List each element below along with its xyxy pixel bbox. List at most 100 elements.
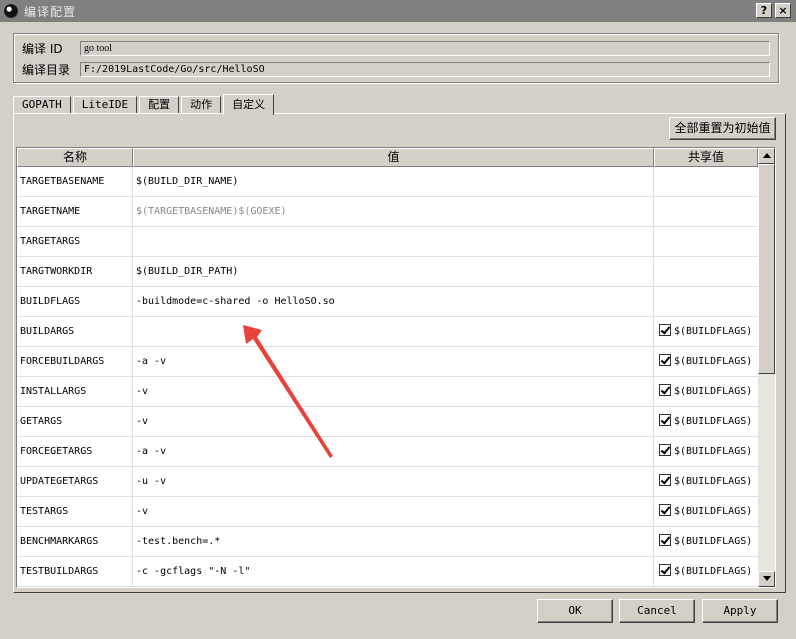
table-row[interactable]: TARGETARGS [17,227,758,257]
shared-value-text: $(BUILDFLAGS) [674,506,753,517]
cell-value[interactable]: $(BUILD_DIR_NAME) [133,167,654,197]
shared-value-text: $(BUILDFLAGS) [674,476,753,487]
cell-shared[interactable] [654,287,758,317]
cell-shared[interactable] [654,197,758,227]
build-dir-field[interactable]: F:/2019LastCode/Go/src/HelloSO [80,62,770,77]
column-header-value[interactable]: 值 [133,148,654,167]
cell-shared[interactable] [654,167,758,197]
cell-shared[interactable]: $(BUILDFLAGS) [654,377,758,407]
table-row[interactable]: TARGETNAME $(TARGETBASENAME)$(GOEXE) [17,197,758,227]
cell-value[interactable]: -buildmode=c-shared -o HelloSO.so [133,287,654,317]
cell-value[interactable]: -v [133,407,654,437]
cell-shared[interactable]: $(BUILDFLAGS) [654,527,758,557]
close-button[interactable]: × [775,3,791,18]
table-row[interactable]: TESTBUILDARGS -c -gcflags "-N -l" $(BUILDF… [17,557,758,587]
cell-name[interactable]: BENCHMARKARGS [17,527,133,557]
cell-shared[interactable]: $(BUILDFLAGS) [654,557,758,587]
table-row[interactable]: FORCEBUILDARGS -a -v $(BUILDFLAGS) [17,347,758,377]
shared-value-text: $(BUILDFLAGS) [674,416,753,427]
arrow-down-icon [763,576,771,581]
cell-shared[interactable]: $(BUILDFLAGS) [654,317,758,347]
build-id-field[interactable]: go tool [80,41,770,56]
cell-name[interactable]: UPDATEGETARGS [17,467,133,497]
table-row[interactable]: GETARGS -v $(BUILDFLAGS) [17,407,758,437]
arrow-up-icon [763,153,771,158]
cell-name[interactable]: BUILDFLAGS [17,287,133,317]
cell-name[interactable]: TESTARGS [17,497,133,527]
cell-shared[interactable]: $(BUILDFLAGS) [654,497,758,527]
tab-bar: GOPATH LiteIDE 配置 动作 自定义 [13,94,276,115]
build-id-row: 编译 ID go tool [22,40,770,57]
cell-value[interactable]: $(TARGETBASENAME)$(GOEXE) [133,197,654,227]
reset-all-button[interactable]: 全部重置为初始值 [669,117,776,140]
shared-checkbox[interactable] [659,384,671,396]
cell-shared[interactable]: $(BUILDFLAGS) [654,437,758,467]
tab-2[interactable]: 配置 [139,96,180,114]
scroll-down-button[interactable] [758,571,775,587]
cell-value[interactable]: -a -v [133,437,654,467]
shared-checkbox[interactable] [659,504,671,516]
table-row[interactable]: FORCEGETARGS -a -v $(BUILDFLAGS) [17,437,758,467]
title-bar[interactable]: 编译配置 ? × [0,0,796,22]
table-row[interactable]: TESTARGS -v $(BUILDFLAGS) [17,497,758,527]
help-button[interactable]: ? [756,3,772,18]
cell-name[interactable]: TARGTWORKDIR [17,257,133,287]
cell-value[interactable]: -v [133,377,654,407]
shared-checkbox[interactable] [659,414,671,426]
table-row[interactable]: TARGETBASENAME $(BUILD_DIR_NAME) [17,167,758,197]
cell-name[interactable]: FORCEGETARGS [17,437,133,467]
cell-shared[interactable] [654,227,758,257]
shared-value-text: $(BUILDFLAGS) [674,446,753,457]
shared-value-text: $(BUILDFLAGS) [674,356,753,367]
scrollbar-thumb[interactable] [758,164,775,374]
cancel-button[interactable]: Cancel [619,599,695,623]
shared-checkbox[interactable] [659,444,671,456]
cell-name[interactable]: TESTBUILDARGS [17,557,133,587]
cell-value[interactable] [133,317,654,347]
tab-1[interactable]: LiteIDE [72,96,138,114]
cell-name[interactable]: TARGETBASENAME [17,167,133,197]
table-row[interactable]: TARGTWORKDIR $(BUILD_DIR_PATH) [17,257,758,287]
table-row[interactable]: INSTALLARGS -v $(BUILDFLAGS) [17,377,758,407]
shared-checkbox[interactable] [659,324,671,336]
cell-name[interactable]: GETARGS [17,407,133,437]
cell-shared[interactable]: $(BUILDFLAGS) [654,407,758,437]
shared-checkbox[interactable] [659,534,671,546]
cell-value[interactable]: -u -v [133,467,654,497]
app-icon [4,4,18,18]
shared-checkbox[interactable] [659,564,671,576]
cell-name[interactable]: INSTALLARGS [17,377,133,407]
cell-shared[interactable]: $(BUILDFLAGS) [654,467,758,497]
build-dir-label: 编译目录 [22,63,71,77]
cell-name[interactable]: FORCEBUILDARGS [17,347,133,377]
cell-name[interactable]: TARGETARGS [17,227,133,257]
build-id-label: 编译 ID [22,42,63,56]
table-row[interactable]: BUILDFLAGS -buildmode=c-shared -o HelloSO… [17,287,758,317]
table-row[interactable]: UPDATEGETARGS -u -v $(BUILDFLAGS) [17,467,758,497]
cell-value[interactable]: -v [133,497,654,527]
cell-shared[interactable]: $(BUILDFLAGS) [654,347,758,377]
cell-name[interactable]: BUILDARGS [17,317,133,347]
table-row[interactable]: BENCHMARKARGS -test.bench=.* $(BUILDFLAGS) [17,527,758,557]
shared-checkbox[interactable] [659,474,671,486]
scroll-up-button[interactable] [758,148,775,164]
tab-4[interactable]: 自定义 [223,94,275,115]
tab-0[interactable]: GOPATH [13,96,71,114]
shared-checkbox[interactable] [659,354,671,366]
shared-value-text: $(BUILDFLAGS) [674,536,753,547]
column-header-shared[interactable]: 共享值 [654,148,758,167]
table-row[interactable]: BUILDARGS $(BUILDFLAGS) [17,317,758,347]
cell-shared[interactable] [654,257,758,287]
column-header-name[interactable]: 名称 [17,148,133,167]
vertical-scrollbar[interactable] [758,148,775,587]
cell-value[interactable]: -c -gcflags "-N -l" [133,557,654,587]
cell-value[interactable]: $(BUILD_DIR_PATH) [133,257,654,287]
tab-3[interactable]: 动作 [181,96,222,114]
cell-value[interactable]: -a -v [133,347,654,377]
cell-name[interactable]: TARGETNAME [17,197,133,227]
shared-value-text: $(BUILDFLAGS) [674,386,753,397]
ok-button[interactable]: OK [537,599,613,623]
cell-value[interactable] [133,227,654,257]
cell-value[interactable]: -test.bench=.* [133,527,654,557]
apply-button[interactable]: Apply [702,599,778,623]
